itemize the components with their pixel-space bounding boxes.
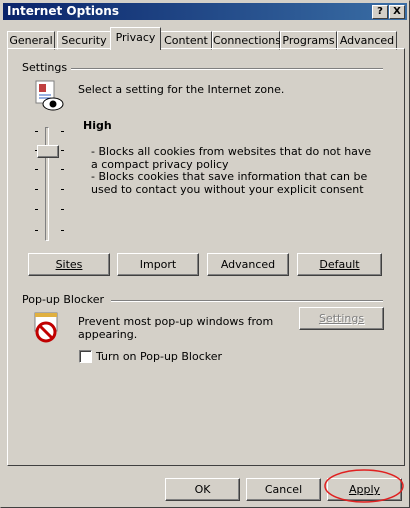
- slider-tick: [61, 209, 64, 210]
- slider-tick: [61, 131, 64, 132]
- slider-tick: [61, 189, 64, 190]
- slider-tick: [61, 150, 64, 151]
- privacy-desc-1: - Blocks all cookies from websites that …: [91, 145, 372, 171]
- internet-options-window: Internet Options ? X General Security Pr…: [0, 0, 410, 508]
- default-button-label: Default: [319, 258, 360, 271]
- cancel-button[interactable]: Cancel: [246, 478, 321, 501]
- settings-intro-text: Select a setting for the Internet zone.: [78, 83, 285, 96]
- popup-group-label: Pop-up Blocker: [22, 293, 105, 306]
- popup-desc: Prevent most pop-up windows from appeari…: [78, 315, 274, 341]
- popup-settings-label: Settings: [318, 312, 365, 325]
- tab-privacy[interactable]: Privacy: [110, 27, 161, 50]
- sites-button-label: Sites: [55, 258, 83, 271]
- ok-button-label: OK: [194, 483, 211, 496]
- slider-tick: [61, 169, 64, 170]
- default-button[interactable]: Default: [297, 253, 382, 276]
- import-button-label: Import: [139, 258, 177, 271]
- settings-separator: [71, 68, 383, 70]
- help-button[interactable]: ?: [372, 5, 388, 19]
- advanced-button-label: Advanced: [220, 258, 276, 271]
- popup-separator: [111, 300, 383, 302]
- privacy-level-label: High: [83, 119, 112, 132]
- slider-tick: [35, 131, 38, 132]
- sites-button[interactable]: Sites: [28, 253, 110, 276]
- popup-blocker-icon: [32, 311, 64, 343]
- slider-tick: [35, 169, 38, 170]
- cancel-button-label: Cancel: [264, 483, 303, 496]
- title-bar[interactable]: Internet Options ? X: [3, 3, 407, 20]
- popup-blocker-checkbox[interactable]: [79, 350, 92, 363]
- advanced-button[interactable]: Advanced: [207, 253, 289, 276]
- popup-settings-button[interactable]: Settings: [299, 307, 384, 330]
- tab-strip: General Security Privacy Content Connect…: [7, 27, 405, 50]
- window-title: Internet Options: [7, 4, 119, 18]
- privacy-desc-2: - Blocks cookies that save information t…: [91, 170, 368, 196]
- slider-tick: [35, 189, 38, 190]
- privacy-zone-icon: [34, 80, 64, 112]
- close-button[interactable]: X: [389, 5, 405, 19]
- privacy-slider-thumb[interactable]: [37, 145, 59, 158]
- slider-tick: [35, 230, 38, 231]
- ok-button[interactable]: OK: [165, 478, 240, 501]
- settings-group-label: Settings: [22, 61, 68, 74]
- popup-checkbox-label[interactable]: Turn on Pop-up Blocker: [96, 350, 222, 363]
- slider-tick: [61, 230, 64, 231]
- slider-tick: [35, 209, 38, 210]
- apply-highlight-annotation: [323, 468, 405, 504]
- import-button[interactable]: Import: [117, 253, 199, 276]
